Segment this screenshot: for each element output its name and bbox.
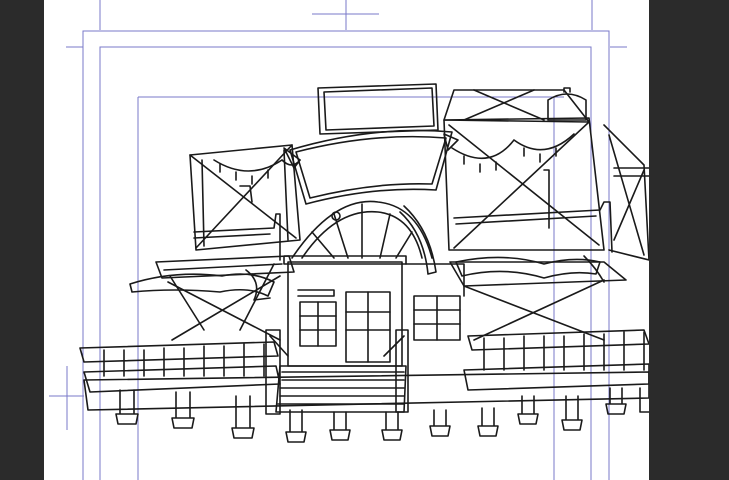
guide-lines (49, 0, 627, 480)
workspace-right-margin (649, 0, 729, 480)
canvas-artwork[interactable] (44, 0, 649, 480)
drawing-canvas[interactable] (44, 0, 649, 480)
building-line-art (79, 83, 649, 443)
workspace-left-margin (0, 0, 44, 480)
